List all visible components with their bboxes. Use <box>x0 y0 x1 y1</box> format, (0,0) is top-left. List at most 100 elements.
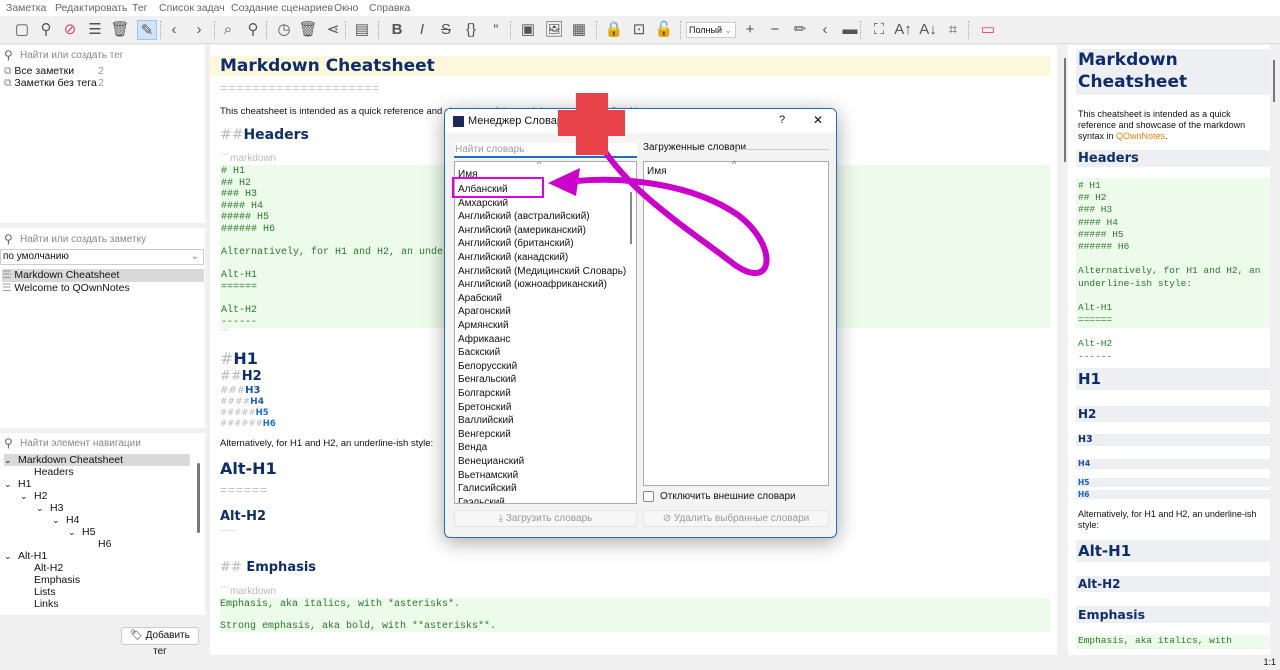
dictionary-list[interactable]: ^ Имя Албанский Амхарский Английский (авст… <box>454 161 637 504</box>
disable-icon[interactable]: ⊘ <box>60 20 80 40</box>
table-of-contents-icon[interactable]: ▤ <box>352 20 372 40</box>
dictionary-item[interactable]: Венгерский <box>458 429 511 440</box>
bold-icon[interactable]: B <box>387 20 407 40</box>
view-mode-select[interactable]: Полный ⌄ <box>686 22 736 38</box>
navigation-item[interactable]: Links <box>20 598 59 610</box>
dictionary-item[interactable]: Бенгальский <box>458 374 516 385</box>
dictionary-item[interactable]: Арагонский <box>458 306 511 317</box>
history-icon[interactable]: ◷ <box>274 20 294 40</box>
dictionary-item[interactable]: Галисийский <box>458 483 517 494</box>
navigation-item[interactable]: ⌄ H3 <box>36 502 63 514</box>
share-icon[interactable]: ⋖ <box>323 20 343 40</box>
chevron-down-icon[interactable]: ⌄ <box>4 479 18 490</box>
back-icon[interactable]: ‹ <box>164 20 184 40</box>
dictionary-item[interactable]: Арабский <box>458 293 502 304</box>
close-panel-icon[interactable]: ▭ <box>978 20 998 40</box>
chevron-down-icon[interactable]: ⌄ <box>68 527 82 538</box>
zoom-out-icon[interactable]: − <box>765 20 785 40</box>
dictionary-item[interactable]: Английский (южноафриканский) <box>458 279 607 290</box>
tag-item-untagged[interactable]: ⧉ Заметки без тега 2 <box>4 77 104 90</box>
add-tag-button[interactable]: 🏷 Добавить тег <box>121 627 199 657</box>
dictionary-item[interactable]: Английский (австралийский) <box>458 211 590 222</box>
unlock-icon[interactable]: 🔓 <box>654 20 674 40</box>
navigation-item[interactable]: ⌄ H2 <box>20 490 47 502</box>
navigation-item[interactable]: ⌄ Alt-H1 <box>4 550 47 562</box>
pencil-icon[interactable]: ✏ <box>790 20 810 40</box>
preview-scrollbar[interactable] <box>1273 60 1275 102</box>
dictionary-item[interactable]: Амхарский <box>458 198 508 209</box>
navigation-item[interactable]: Lists <box>20 586 56 598</box>
trash-bin-icon[interactable]: 🗑 <box>298 20 318 40</box>
menu-edit[interactable]: Редактировать <box>55 2 128 14</box>
zoom-in-icon[interactable]: + <box>740 20 760 40</box>
dictionary-item[interactable]: Болгарский <box>458 388 511 399</box>
dictionary-item[interactable]: Албанский <box>458 184 508 195</box>
dialog-title-bar[interactable]: Менеджер Словаря ? ✕ <box>445 109 836 133</box>
navigation-item[interactable]: ⌄ H5 <box>68 526 95 538</box>
chevron-down-icon[interactable]: ⌄ <box>4 551 18 562</box>
column-header-name[interactable]: Имя <box>647 166 666 177</box>
navigation-item[interactable]: H6 <box>84 538 111 550</box>
navigation-search-input[interactable]: ⚲ Найти элемент навигации <box>0 436 205 451</box>
distraction-free-icon[interactable]: ⌗ <box>943 20 963 40</box>
fullscreen-icon[interactable]: ⛶ <box>869 20 889 40</box>
note-search-input[interactable]: ⚲ Найти или создать заметку <box>0 232 205 247</box>
menu-help[interactable]: Справка <box>369 2 410 14</box>
menu-window[interactable]: Окно <box>334 2 358 14</box>
menu-todo[interactable]: Список задач <box>159 2 225 14</box>
italic-icon[interactable]: I <box>412 20 432 40</box>
trash-icon[interactable]: 🗑 <box>110 20 130 40</box>
menu-scripting[interactable]: Создание сценариев <box>231 2 333 14</box>
encrypt-icon[interactable]: ⊡ <box>629 20 649 40</box>
strikethrough-icon[interactable]: S <box>436 20 456 40</box>
new-note-icon[interactable]: ▢ <box>12 20 32 40</box>
note-list-icon[interactable]: ☰ <box>85 20 105 40</box>
dictionary-item[interactable]: Армянский <box>458 320 509 331</box>
navigation-scrollbar[interactable] <box>197 463 200 533</box>
lock-icon[interactable]: 🔒 <box>604 20 624 40</box>
dictionary-item[interactable]: Белорусский <box>458 361 517 372</box>
dictionary-item[interactable]: Венецианский <box>458 456 524 467</box>
quote-icon[interactable]: “ <box>486 20 506 40</box>
help-button[interactable]: ? <box>779 114 785 126</box>
insert-date-icon[interactable]: ▦ <box>569 20 589 40</box>
navigation-item[interactable]: ⌄ H1 <box>4 478 31 490</box>
dictionary-item[interactable]: Бретонский <box>458 402 511 413</box>
close-button[interactable]: ✕ <box>813 113 823 127</box>
delete-dictionaries-button[interactable]: ⊘ Удалить выбранные словари <box>643 510 829 527</box>
dictionary-item[interactable]: Валлийский <box>458 415 514 426</box>
chevron-down-icon[interactable]: ⌄ <box>20 491 34 502</box>
chevron-down-icon[interactable]: ⌄ <box>52 515 66 526</box>
sort-select[interactable]: по умолчанию ⌄ <box>0 249 204 265</box>
dictionary-item[interactable]: Английский (американский) <box>458 225 586 236</box>
qownnotes-link[interactable]: QOwnNotes <box>1116 131 1165 141</box>
collapse-icon[interactable]: ‹ <box>815 20 835 40</box>
dictionary-search-input[interactable]: Найти словарь <box>454 143 637 158</box>
panel-layout-icon[interactable]: ▬ <box>840 20 860 40</box>
insert-link-icon[interactable]: ▣ <box>518 20 538 40</box>
navigation-item[interactable]: ⌄ Markdown Cheatsheet <box>4 454 190 466</box>
menu-tag[interactable]: Тег <box>132 2 148 14</box>
disable-external-checkbox[interactable] <box>643 491 654 502</box>
note-item[interactable]: ☰ Welcome to QOwnNotes <box>2 282 130 294</box>
dictionary-item[interactable]: Венда <box>458 442 487 453</box>
navigation-item[interactable]: Alt-H2 <box>20 562 63 574</box>
column-header-name[interactable]: Имя <box>458 169 477 180</box>
font-increase-icon[interactable]: A↑ <box>893 20 913 40</box>
chevron-down-icon[interactable]: ⌄ <box>36 503 50 514</box>
dictionary-item[interactable]: Вьетнамский <box>458 470 518 481</box>
list-scrollbar[interactable] <box>630 192 632 244</box>
loaded-dictionary-list[interactable]: ^ Имя <box>643 159 829 486</box>
edit-pencil-icon[interactable]: ✎ <box>137 20 157 40</box>
tag-search-input[interactable]: ⚲ Найти или создать тег <box>0 48 205 63</box>
dictionary-item[interactable]: Английский (Медицинский Словарь) <box>458 266 626 277</box>
dictionary-item[interactable]: Баскский <box>458 347 500 358</box>
note-item[interactable]: ☰ Markdown Cheatsheet <box>2 269 204 282</box>
code-braces-icon[interactable]: {} <box>461 20 481 40</box>
download-dictionary-button[interactable]: ⤓ Загрузить словарь <box>454 510 637 527</box>
search-icon[interactable]: ⚲ <box>36 20 56 40</box>
navigation-item[interactable]: Headers <box>20 466 74 478</box>
forward-icon[interactable]: › <box>189 20 209 40</box>
navigation-item[interactable]: ⌄ H4 <box>52 514 79 526</box>
dictionary-item[interactable]: Английский (британский) <box>458 238 574 249</box>
